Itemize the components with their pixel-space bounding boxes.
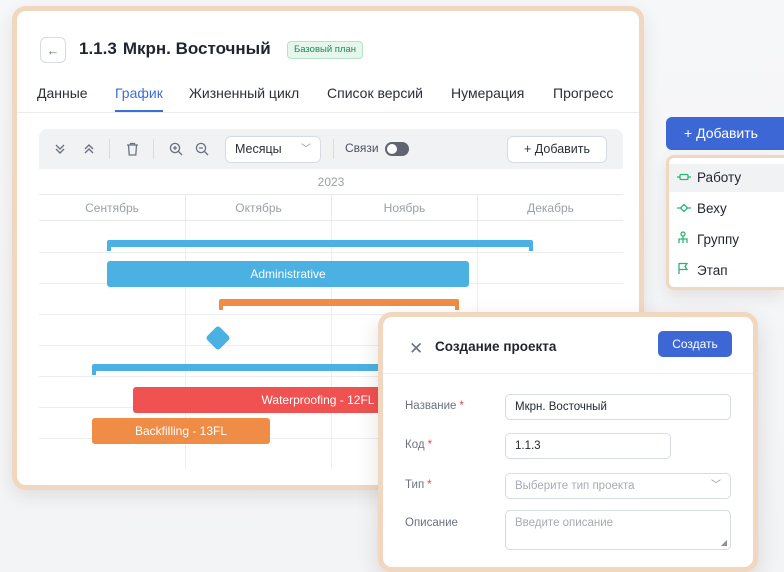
month-header: Сентябрь Октябрь Ноябрь Декабрь [39, 195, 623, 221]
chevron-down-icon: ﹀ [301, 144, 311, 155]
description-label: Описание [405, 517, 458, 529]
summary-bar[interactable] [107, 240, 533, 251]
tab-data[interactable]: Данные [37, 85, 88, 110]
menu-item-milestone[interactable]: Веху [669, 195, 784, 223]
chevron-down-icon: ﹀ [711, 480, 721, 491]
trash-icon[interactable] [123, 140, 141, 158]
add-menu: Работу Веху Группу Этап [666, 155, 784, 290]
summary-bar[interactable] [219, 299, 459, 310]
tab-schedule[interactable]: График [115, 85, 163, 112]
toolbar-divider [153, 139, 154, 159]
zoom-in-icon[interactable] [167, 140, 185, 158]
milestone-icon [677, 195, 697, 223]
milestone-marker[interactable] [205, 325, 231, 351]
tab-progress[interactable]: Прогресс [553, 85, 613, 110]
close-icon[interactable]: ✕ [409, 339, 423, 359]
toolbar-divider [109, 139, 110, 159]
timescale-select[interactable]: Месяцы ﹀ [225, 136, 321, 163]
chevrons-down-icon[interactable] [51, 140, 69, 158]
chevrons-up-icon[interactable] [80, 140, 98, 158]
type-select[interactable]: Выберите тип проекта ﹀ [505, 473, 731, 499]
menu-item-task[interactable]: Работу [669, 164, 784, 192]
menu-item-group[interactable]: Группу [669, 226, 784, 254]
menu-item-label: Этап [697, 263, 728, 278]
tab-lifecycle[interactable]: Жизненный цикл [189, 85, 299, 110]
name-field[interactable]: Мкрн. Восточный [505, 394, 731, 420]
project-name: Мкрн. Восточный [122, 39, 271, 58]
add-task-button[interactable]: + Добавить [507, 136, 607, 163]
menu-item-label: Веху [697, 201, 727, 216]
links-toggle[interactable] [385, 142, 409, 156]
month-label: Октябрь [185, 195, 331, 221]
arrow-left-icon: ← [46, 42, 60, 58]
month-label: Ноябрь [331, 195, 477, 221]
task-bar-icon [677, 164, 697, 192]
type-placeholder: Выберите тип проекта [515, 480, 635, 492]
tab-bar: Данные График Жизненный цикл Список верс… [17, 79, 639, 113]
tab-versions[interactable]: Список версий [327, 85, 423, 110]
gantt-toolbar: Месяцы ﹀ Связи + Добавить [39, 129, 623, 169]
month-label: Декабрь [477, 195, 623, 221]
grid-line [39, 252, 623, 253]
links-label: Связи [345, 141, 379, 155]
toolbar-divider [333, 139, 334, 159]
create-project-dialog: ✕ Создание проекта Создать Название * Мкр… [378, 312, 758, 572]
project-code: 1.1.3 [79, 39, 117, 58]
flag-icon [677, 257, 697, 285]
year-header: 2023 [39, 169, 623, 195]
type-label: Тип * [405, 479, 432, 491]
resize-handle-icon[interactable]: ◢ [721, 538, 727, 547]
menu-item-label: Работу [697, 170, 742, 185]
code-label: Код * [405, 439, 433, 451]
description-placeholder: Введите описание [515, 517, 614, 529]
add-button[interactable]: + Добавить [666, 117, 784, 150]
code-field[interactable]: 1.1.3 [505, 433, 671, 459]
page-title: 1.1.3 Мкрн. Восточный [79, 39, 271, 59]
zoom-out-icon[interactable] [193, 140, 211, 158]
dialog-divider [383, 373, 753, 374]
group-tree-icon [677, 226, 697, 254]
name-label: Название * [405, 400, 464, 412]
description-field[interactable]: Введите описание ◢ [505, 510, 731, 550]
task-bar[interactable]: Administrative [107, 261, 469, 287]
dialog-title: Создание проекта [435, 339, 557, 354]
back-button[interactable]: ← [40, 37, 66, 63]
month-label: Сентябрь [85, 201, 139, 215]
task-bar[interactable]: Backfilling - 13FL [92, 418, 270, 444]
create-button[interactable]: Создать [658, 331, 732, 357]
plan-badge: Базовый план [287, 41, 363, 59]
tab-numbering[interactable]: Нумерация [451, 85, 524, 110]
timescale-value: Месяцы [235, 142, 282, 156]
task-bar[interactable]: Waterproofing - 12FL [133, 387, 393, 413]
summary-bar[interactable] [92, 364, 392, 375]
menu-item-stage[interactable]: Этап [669, 257, 784, 285]
menu-item-label: Группу [697, 232, 740, 247]
